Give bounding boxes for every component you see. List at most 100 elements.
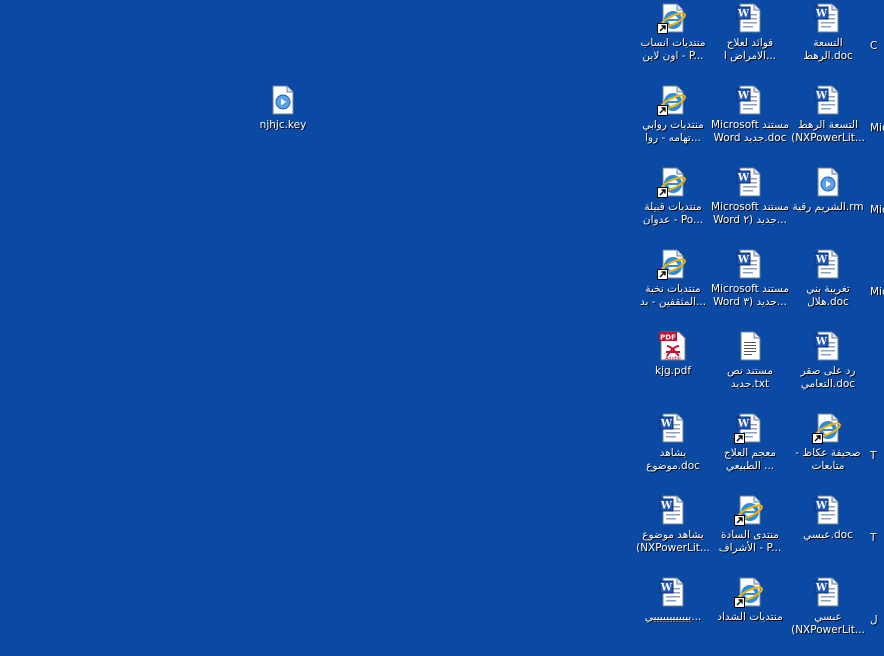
desktop-icon-label: Microsoft مستند Word جديد (٣...: [711, 283, 789, 308]
svg-text:W: W: [815, 337, 828, 348]
desktop-icon[interactable]: W تغريبة بني هلال.doc: [789, 248, 867, 328]
internet-explorer-icon: [657, 248, 689, 280]
desktop-icon[interactable]: W فوائد لعلاج الامراض ا...: [711, 2, 789, 82]
desktop-icon-label: التسعة الرهط.doc: [803, 37, 853, 62]
word-document-icon: W: [734, 166, 766, 198]
desktop-icon[interactable]: PDF Adobe kjg.pdf: [634, 330, 712, 410]
desktop-icon-label: مستند نص جديد.txt: [727, 365, 773, 390]
word-document-icon: W: [812, 330, 844, 362]
word-document-icon: W: [657, 412, 689, 444]
partial-icon-label[interactable]: T: [870, 450, 884, 463]
desktop-icon[interactable]: W رد على صقر التعامي.doc: [789, 330, 867, 410]
desktop-icon-label: ييييييييييييي...: [644, 611, 702, 623]
shortcut-arrow-icon: [657, 23, 668, 34]
desktop-icon-label: التسعة الرهط (NXPowerLit...: [791, 119, 865, 144]
internet-explorer-icon: [812, 412, 844, 444]
partial-icon-label[interactable]: T: [870, 532, 884, 545]
pdf-file-icon: PDF Adobe: [657, 330, 689, 362]
desktop-icon[interactable]: njhjc.key: [244, 84, 322, 164]
word-document-icon: W: [657, 494, 689, 526]
desktop-icon-label: kjg.pdf: [654, 365, 692, 377]
desktop-icon-label: الشريم رقية.rm: [792, 201, 864, 213]
partial-icon-label[interactable]: C: [870, 40, 884, 53]
desktop-icon[interactable]: W معجم العلاج الطبيعي ...: [711, 412, 789, 492]
svg-text:W: W: [660, 583, 673, 594]
internet-explorer-icon: [657, 2, 689, 34]
desktop-icon[interactable]: W التسعة الرهط.doc: [789, 2, 867, 82]
desktop-icon[interactable]: W Microsoft مستند Word جديد (٣...: [711, 248, 789, 328]
internet-explorer-icon: [657, 166, 689, 198]
desktop-icon[interactable]: W يشاهد موضوع (NXPowerLit...: [634, 494, 712, 574]
desktop-icon-label: منتديات قبيلة عدوان - Po...: [642, 201, 704, 226]
word-document-icon: W: [734, 2, 766, 34]
word-document-icon: W: [812, 576, 844, 608]
shortcut-arrow-icon: [734, 597, 745, 608]
media-file-icon: [267, 84, 299, 116]
desktop-icon-label: يشاهد موضوع (NXPowerLit...: [636, 529, 710, 554]
svg-text:W: W: [815, 255, 828, 266]
desktop-icon[interactable]: منتديات نخبة المثقفين - بد...: [634, 248, 712, 328]
desktop-icon-label: فوائد لعلاج الامراض ا...: [723, 37, 777, 62]
desktop-icon[interactable]: W ييييييييييييي...: [634, 576, 712, 656]
svg-text:W: W: [660, 501, 673, 512]
text-file-icon: [734, 330, 766, 362]
svg-text:W: W: [660, 419, 673, 430]
desktop-icon-label: رد على صقر التعامي.doc: [800, 365, 856, 390]
desktop-icon-label: عبسي.doc: [803, 529, 853, 541]
partial-icon-column: C Mic Fro Mic Pu Mic V T T ل: [866, 0, 884, 644]
shortcut-arrow-icon: [657, 187, 668, 198]
svg-text:W: W: [737, 91, 750, 102]
desktop-icon-label: معجم العلاج الطبيعي ...: [723, 447, 777, 472]
desktop-icon[interactable]: مستند نص جديد.txt: [711, 330, 789, 410]
shortcut-arrow-icon: [657, 269, 668, 280]
svg-text:W: W: [815, 501, 828, 512]
desktop-icon[interactable]: صحيفة عكاظ - متابعات: [789, 412, 867, 492]
desktop-icon[interactable]: W يشاهد موضوع.doc: [634, 412, 712, 492]
desktop-icon[interactable]: الشريم رقية.rm: [789, 166, 867, 246]
desktop-icon[interactable]: منتديات قبيلة عدوان - Po...: [634, 166, 712, 246]
desktop-icon-label: تغريبة بني هلال.doc: [806, 283, 850, 308]
word-document-icon: W: [734, 248, 766, 280]
shortcut-arrow-icon: [734, 433, 745, 444]
word-document-icon: W: [812, 84, 844, 116]
internet-explorer-icon: [734, 494, 766, 526]
desktop-icon[interactable]: W Microsoft مستند Word جديد.doc: [711, 84, 789, 164]
svg-text:Adobe: Adobe: [665, 356, 681, 362]
word-document-icon: W: [812, 248, 844, 280]
partial-icon-label[interactable]: Mic V: [870, 286, 884, 299]
desktop-icon-label: Microsoft مستند Word جديد (٢...: [711, 201, 789, 226]
desktop-icon-label: منتديات نخبة المثقفين - بد...: [639, 283, 707, 308]
word-document-icon: W: [734, 84, 766, 116]
desktop-icon[interactable]: منتدى السادة الأشراف - P...: [711, 494, 789, 574]
shortcut-arrow-icon: [812, 433, 823, 444]
partial-icon-label[interactable]: Mic Fro: [870, 122, 884, 135]
svg-text:W: W: [815, 583, 828, 594]
desktop-icon[interactable]: منتديات انساب اون لاين - P...: [634, 2, 712, 82]
desktop-icon[interactable]: منتديات الشداد: [711, 576, 789, 656]
internet-explorer-icon: [734, 576, 766, 608]
svg-text:W: W: [737, 173, 750, 184]
svg-text:W: W: [815, 91, 828, 102]
desktop-icon[interactable]: منتديات روابي تهامه - روا...: [634, 84, 712, 164]
desktop-icon-label: منتديات روابي تهامه - روا...: [642, 119, 704, 144]
svg-text:W: W: [815, 9, 828, 20]
desktop-icon-label: منتديات انساب اون لاين - P...: [640, 37, 706, 62]
desktop-icon-label: njhjc.key: [259, 119, 307, 131]
desktop-icon[interactable]: W عبسي.doc: [789, 494, 867, 574]
desktop-icon[interactable]: W التسعة الرهط (NXPowerLit...: [789, 84, 867, 164]
desktop-icon-label: منتديات الشداد: [717, 611, 783, 623]
svg-text:W: W: [737, 9, 750, 20]
svg-text:PDF: PDF: [660, 334, 676, 342]
svg-text:W: W: [737, 255, 750, 266]
partial-icon-label[interactable]: ل: [870, 614, 884, 627]
partial-icon-label[interactable]: Mic Pu: [870, 204, 884, 217]
desktop-icon[interactable]: W Microsoft مستند Word جديد (٢...: [711, 166, 789, 246]
word-document-icon: W: [812, 494, 844, 526]
media-file-icon: [812, 166, 844, 198]
svg-text:W: W: [737, 419, 750, 430]
word-document-icon: W: [734, 412, 766, 444]
desktop-icon-label: منتدى السادة الأشراف - P...: [718, 529, 782, 554]
desktop-icon[interactable]: W عبسي (NXPowerLit...: [789, 576, 867, 656]
word-document-icon: W: [812, 2, 844, 34]
desktop-icon-label: Microsoft مستند Word جديد.doc: [711, 119, 789, 144]
